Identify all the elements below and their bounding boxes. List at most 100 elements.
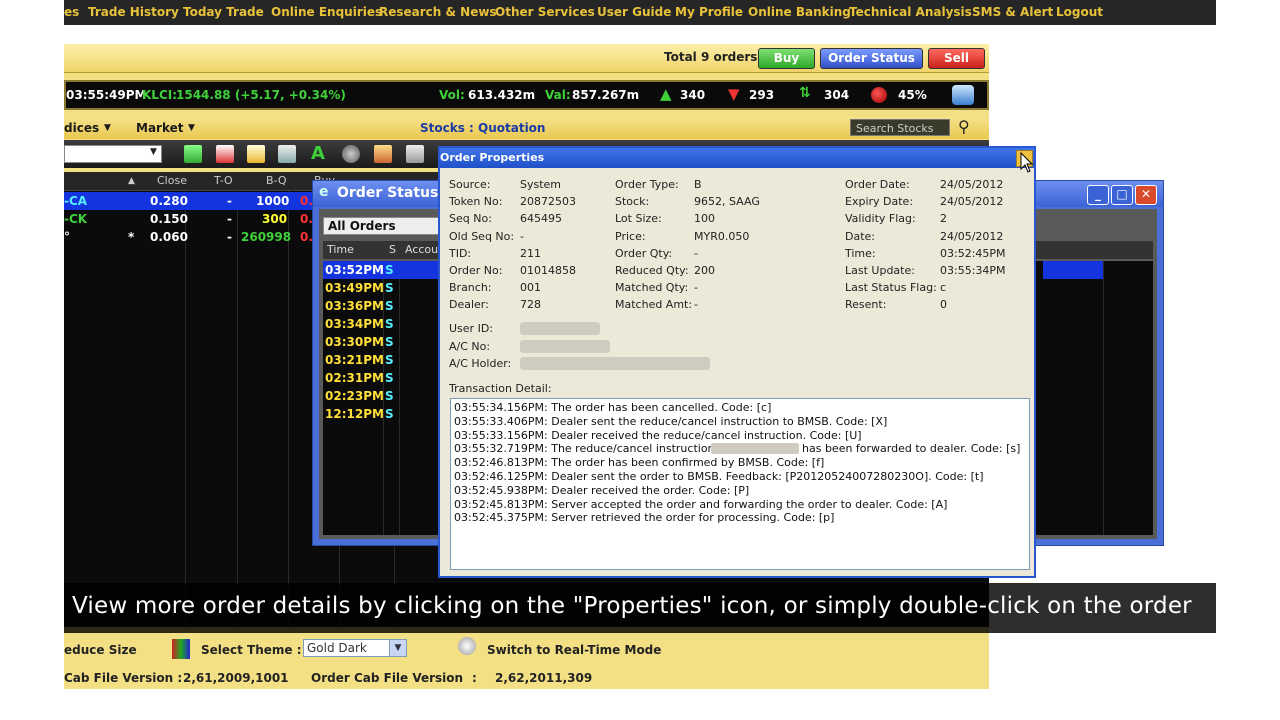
nav-item-sms-alert[interactable]: SMS & Alert <box>972 5 1053 19</box>
calculator-icon[interactable] <box>406 145 424 163</box>
right-margin <box>1216 0 1280 720</box>
log-line-tail: has been forwarded to dealer. Code: [s] <box>802 442 1021 456</box>
to-value: - <box>227 212 232 226</box>
maximize-button[interactable]: □ <box>1111 185 1133 205</box>
tutorial-caption: View more order details by clicking on t… <box>64 583 1216 633</box>
buy-button[interactable]: Buy <box>758 48 815 69</box>
close-button[interactable]: ✕ <box>1135 185 1157 205</box>
order-status-button[interactable]: Order Status <box>820 48 923 69</box>
market-menu[interactable]: Market <box>136 121 184 135</box>
font-size-icon[interactable]: A <box>311 143 325 164</box>
chevron-down-icon: ▼ <box>150 147 157 157</box>
log-line: 03:52:46.813PM: The order has been confi… <box>454 456 825 470</box>
order-row[interactable]: 02:31PM S <box>323 369 439 387</box>
chevron-down-icon: ▼ <box>389 640 406 656</box>
order-row[interactable]: 03:30PM S <box>323 333 439 351</box>
col-close[interactable]: Close <box>157 174 187 187</box>
transaction-log[interactable]: 03:55:34.156PM: The order has been cance… <box>450 398 1030 570</box>
close-value: 0.060 <box>150 230 188 244</box>
order-row[interactable]: 03:52PM S <box>323 261 439 279</box>
buy-value: 0. <box>300 230 313 244</box>
flag: * <box>128 230 135 244</box>
order-time: 03:30PM <box>325 335 384 349</box>
order-time: 03:36PM <box>325 299 384 313</box>
nav-item-trade-history[interactable]: Trade History <box>88 5 179 19</box>
market-time: 03:55:49PM <box>66 88 147 102</box>
clock-icon[interactable] <box>458 637 476 655</box>
order-filter-select[interactable]: All Orders <box>323 217 439 235</box>
nav-item-technical-analysis[interactable]: Technical Analysis <box>849 5 972 19</box>
nav-item-online-enquiries[interactable]: Online Enquiries <box>271 5 382 19</box>
nav-item-my-profile[interactable]: My Profile <box>675 5 743 19</box>
minimize-button[interactable]: _ <box>1087 185 1109 205</box>
close-value: 0.280 <box>150 194 188 208</box>
col-time[interactable]: Time <box>327 243 354 256</box>
field-label: Old Seq No: <box>449 229 515 243</box>
chevron-down-icon: ▼ <box>188 123 195 133</box>
down-arrow-icon: ▼ <box>728 85 740 103</box>
field-value: - <box>694 246 698 260</box>
refresh-market-icon[interactable] <box>952 85 974 105</box>
gear-icon[interactable] <box>342 145 360 163</box>
nav-item[interactable]: es <box>64 5 79 19</box>
remove-stock-icon[interactable] <box>216 145 234 163</box>
add-stock-icon[interactable] <box>184 145 202 163</box>
col-side[interactable]: S <box>389 243 396 256</box>
reduce-size-label[interactable]: educe Size <box>64 643 137 657</box>
stock-dropdown[interactable] <box>64 145 162 163</box>
order-row[interactable]: 03:21PM S <box>323 351 439 369</box>
order-time: 02:31PM <box>325 371 384 385</box>
field-label: Seq No: <box>449 212 492 226</box>
close-value: 0.150 <box>150 212 188 226</box>
order-row[interactable]: 03:36PM S <box>323 297 439 315</box>
order-row[interactable]: 03:49PM S <box>323 279 439 297</box>
nav-item-online-banking[interactable]: Online Banking <box>748 5 851 19</box>
redacted-dealer <box>711 443 799 455</box>
realtime-mode-link[interactable]: Switch to Real-Time Mode <box>487 643 661 657</box>
field-value: c <box>940 281 947 295</box>
nav-item-user-guide[interactable]: User Guide <box>597 5 671 19</box>
order-bar: Total 9 orders Buy Order Status Sell <box>64 44 989 73</box>
order-row[interactable]: 03:34PM S <box>323 315 439 333</box>
market-gauge-icon <box>871 87 887 103</box>
buy-value: 0. <box>300 212 313 226</box>
to-value: - <box>227 230 232 244</box>
redacted-ac-holder <box>520 357 710 370</box>
theme-palette-icon <box>172 639 190 659</box>
indices-menu[interactable]: dices <box>64 121 99 135</box>
ie-icon: e <box>319 184 329 200</box>
order-cab-separator: : <box>472 671 477 685</box>
order-row[interactable]: 02:23PM S <box>323 387 439 405</box>
order-row[interactable]: 12:12PM S <box>323 405 439 423</box>
up-arrow-icon: ▲ <box>660 85 672 103</box>
bq-value: 300 <box>262 212 288 226</box>
market-ticker: 03:55:49PM KLCI: 1544.88 (+5.17, +0.34%)… <box>64 80 989 110</box>
field-value: System <box>520 178 562 191</box>
order-side: S <box>385 353 394 367</box>
nav-item-other-services[interactable]: Other Services <box>495 5 595 19</box>
theme-icon[interactable] <box>374 145 392 163</box>
field-value: MYR0.050 <box>694 229 750 243</box>
order-status-title: Order Status - <box>337 185 449 201</box>
field-value: 001 <box>520 281 541 295</box>
nav-item-today-trade[interactable]: Today Trade <box>183 5 264 19</box>
nav-item-research-news[interactable]: Research & News <box>379 5 497 19</box>
search-icon[interactable]: ⚲ <box>958 117 970 136</box>
decliners-count: 293 <box>749 88 775 102</box>
search-stocks-input[interactable]: Search Stocks <box>850 119 950 136</box>
log-line: 03:55:33.406PM: Dealer sent the reduce/c… <box>454 414 888 428</box>
order-properties-titlebar[interactable]: Order Properties <box>440 148 1034 168</box>
user-id-label: User ID: <box>449 322 493 335</box>
col-bq[interactable]: B-Q <box>266 174 287 187</box>
nav-item-logout[interactable]: Logout <box>1056 5 1103 19</box>
sort-up-icon[interactable]: ▲ <box>128 176 135 186</box>
copy-icon[interactable] <box>247 145 265 163</box>
field-label: Stock: <box>615 195 650 209</box>
field-value: 728 <box>520 298 541 312</box>
order-time: 03:52PM <box>325 263 384 277</box>
sell-button[interactable]: Sell <box>928 48 985 69</box>
window-icon[interactable] <box>278 145 296 163</box>
col-to[interactable]: T-O <box>214 174 233 187</box>
field-label: Date: <box>845 229 875 243</box>
mouse-cursor-icon <box>1020 152 1034 173</box>
